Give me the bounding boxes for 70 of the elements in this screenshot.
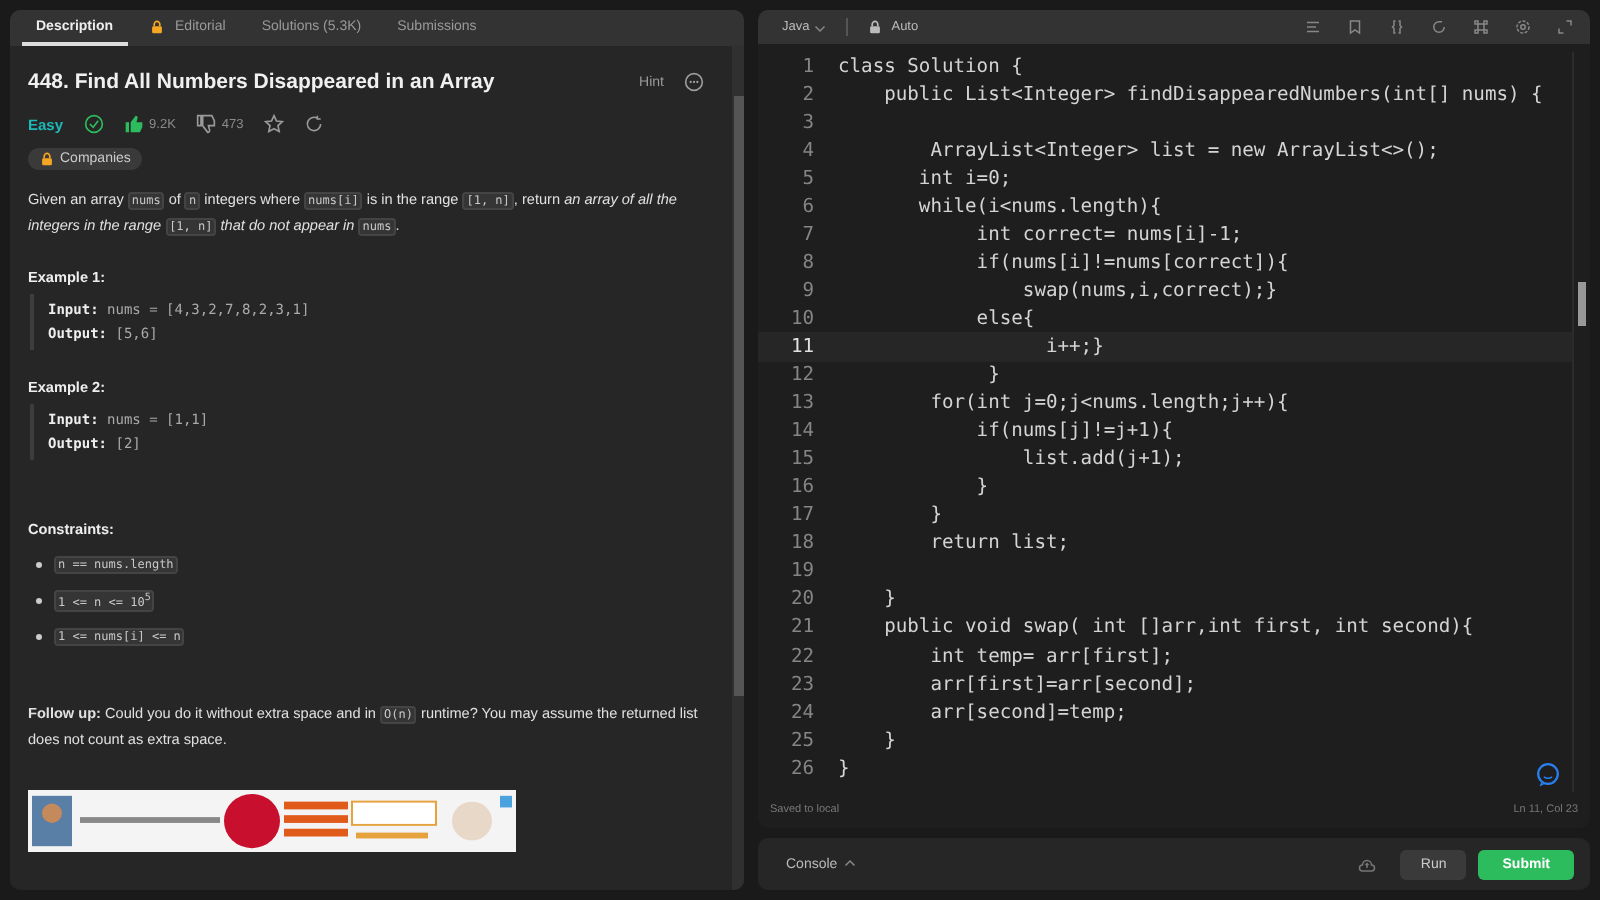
- code-line: arr[first]=arr[second];: [928, 673, 1197, 696]
- code-line: i++;}: [1043, 335, 1104, 358]
- code-line: int temp= arr[first];: [928, 645, 1174, 667]
- problem-title: 448. Find All Numbers Disappeared in an Array: [28, 70, 497, 94]
- line-number: 10: [788, 307, 814, 330]
- line-number: 5: [800, 167, 814, 190]
- code-line: public void swap( int []arr,int first, int second){: [882, 616, 1474, 639]
- line-number: 20: [788, 588, 814, 611]
- reset-icon[interactable]: [1430, 18, 1448, 36]
- line-number: 19: [788, 560, 814, 583]
- cloud-upload-icon[interactable]: [1358, 855, 1377, 873]
- code-line: for(int j=0;j<nums.length;j++){: [928, 392, 1289, 415]
- code-line: class Solution {: [838, 55, 1023, 78]
- line-number: 13: [788, 392, 814, 415]
- code-line: }: [974, 476, 989, 499]
- bookmark-icon[interactable]: [1346, 18, 1364, 36]
- line-number: 6: [800, 195, 814, 218]
- line-number: 4: [800, 139, 814, 162]
- line-number: 26: [788, 757, 814, 780]
- code-line: while(i<nums.length){: [916, 195, 1162, 218]
- code-line: return list;: [928, 532, 1070, 555]
- line-number: 2: [800, 83, 814, 106]
- line-number: 18: [788, 532, 814, 555]
- line-number: 21: [788, 616, 814, 639]
- line-number: 22: [788, 645, 814, 667]
- braces-icon[interactable]: [1388, 18, 1406, 36]
- line-number: 24: [788, 701, 814, 724]
- line-number: 8: [800, 251, 814, 274]
- code-line: arr[second]=temp;: [928, 701, 1127, 724]
- code-line: list.add(j+1);: [1020, 448, 1185, 471]
- thumbs-up-icon[interactable]: [123, 114, 144, 134]
- caret-icon: [813, 21, 826, 33]
- thumbs-down-icon[interactable]: [195, 114, 216, 134]
- line-number: 14: [788, 420, 814, 443]
- code-line: int correct= nums[i]-1;: [974, 223, 1243, 246]
- star-icon[interactable]: [263, 114, 284, 134]
- line-number: 9: [800, 279, 814, 302]
- line-number: 17: [788, 504, 814, 527]
- shortcut-icon[interactable]: [1472, 18, 1490, 36]
- code-line: }: [882, 588, 896, 611]
- fullscreen-icon[interactable]: [1556, 18, 1574, 36]
- lock-icon: [149, 19, 164, 33]
- line-number: 23: [788, 673, 814, 696]
- format-icon[interactable]: [1304, 18, 1322, 36]
- feedback-icon[interactable]: [1534, 760, 1562, 788]
- settings-icon[interactable]: [1514, 18, 1532, 36]
- code-line: swap(nums,i,correct);}: [1020, 279, 1277, 302]
- line-number: 11: [788, 335, 814, 358]
- code-editor[interactable]: [758, 10, 1590, 828]
- code-line: else{: [974, 307, 1035, 330]
- line-number: 3: [800, 111, 814, 134]
- code-line: }: [928, 504, 942, 527]
- lock-icon: [867, 20, 882, 34]
- line-number: 12: [788, 364, 814, 387]
- line-number: 16: [788, 476, 814, 499]
- line-number: 25: [788, 729, 814, 752]
- caret-icon: [843, 858, 856, 870]
- line-number: 7: [800, 223, 814, 246]
- code-line: if(nums[j]!=j+1){: [974, 420, 1174, 443]
- code-line: }: [882, 729, 896, 752]
- line-number: 1: [800, 55, 814, 78]
- code-line: public List<Integer> findDisappearedNumbers(int[] nums) {: [882, 83, 1543, 106]
- more-icon[interactable]: [684, 72, 704, 92]
- code-line: }: [838, 757, 850, 780]
- code-line: int i=0;: [916, 167, 1012, 190]
- code-line: }: [986, 364, 1000, 387]
- code-line: ArrayList<Integer> list = new ArrayList<>();: [928, 139, 1439, 162]
- code-line: if(nums[i]!=nums[correct]){: [974, 251, 1289, 274]
- lock-icon: [40, 152, 54, 166]
- line-number: 15: [788, 448, 814, 471]
